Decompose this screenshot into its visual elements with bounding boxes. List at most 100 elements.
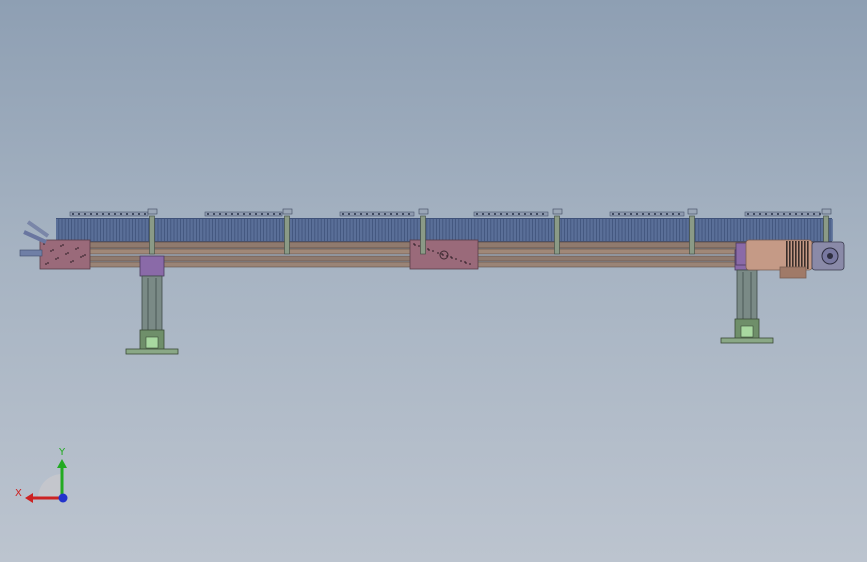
chain-slat xyxy=(433,219,436,241)
leg-mount-block xyxy=(139,255,165,277)
plate-bolt xyxy=(55,258,57,260)
guide-rail-tick xyxy=(237,213,239,215)
guide-rail-tick xyxy=(771,213,773,215)
guide-rail-tick xyxy=(207,213,209,215)
chain-slat xyxy=(75,219,78,241)
guide-rail-tick xyxy=(530,213,532,215)
chain-slat xyxy=(628,219,632,241)
chain-slat xyxy=(116,219,120,241)
guide-rail-tick xyxy=(536,213,538,215)
chain-slat xyxy=(385,219,388,241)
chain-slat xyxy=(456,219,459,241)
guide-rail-tick xyxy=(488,213,490,215)
plate-bolt xyxy=(460,260,462,262)
chain-slat xyxy=(193,219,196,241)
chain-slat xyxy=(520,219,523,241)
leg-foot-plate xyxy=(125,348,179,355)
guide-rail-tick xyxy=(396,213,398,215)
chain-slat xyxy=(744,219,747,241)
conveyor-model-drawing: Y X xyxy=(15,208,845,503)
guide-rail-tick xyxy=(678,213,680,215)
chain-slat xyxy=(184,219,187,241)
guide-rail-tick xyxy=(225,213,227,215)
guide-rail-tick xyxy=(132,213,134,215)
guide-rail-tick xyxy=(783,213,785,215)
chain-slat xyxy=(446,219,449,241)
plate-bolt xyxy=(72,260,74,262)
chain-slat xyxy=(187,219,190,241)
chain-slat xyxy=(305,219,308,241)
chain-slat xyxy=(648,219,651,241)
chain-slat xyxy=(257,219,260,241)
chain-slat xyxy=(248,219,251,241)
leg-column xyxy=(141,275,163,333)
guide-rail-tick xyxy=(777,213,779,215)
chain-slat xyxy=(443,219,446,241)
chain-slat xyxy=(62,219,65,241)
y-axis-label: Y xyxy=(58,447,66,458)
chain-slat xyxy=(667,219,670,241)
chain-slat xyxy=(145,219,148,241)
chain-slat xyxy=(376,219,379,241)
chain-slat xyxy=(254,219,257,241)
chain-slat xyxy=(97,219,100,241)
cad-viewport[interactable]: Y X xyxy=(0,0,867,562)
chain-slat xyxy=(84,219,88,241)
chain-slat xyxy=(776,219,779,241)
motor-fin xyxy=(795,241,797,269)
chain-slat xyxy=(337,219,340,241)
chain-slat xyxy=(731,219,734,241)
chain-slat xyxy=(635,219,638,241)
coordinate-triad[interactable]: Y X xyxy=(15,447,68,503)
guide-rail-tick xyxy=(126,213,128,215)
plate-bolt xyxy=(80,256,82,258)
chain-slat xyxy=(804,219,808,241)
chain-slat xyxy=(91,219,94,241)
chain-slat xyxy=(785,219,788,241)
chain-slat xyxy=(168,219,171,241)
chain-slat xyxy=(513,219,516,241)
guide-rail-tick xyxy=(494,213,496,215)
chain-slat xyxy=(113,219,116,241)
chain-slat xyxy=(750,219,753,241)
chain-slat xyxy=(350,219,353,241)
y-axis-arrowhead xyxy=(57,459,67,468)
plate-bolt xyxy=(52,249,54,251)
chain-slat xyxy=(235,219,238,241)
chain-slat xyxy=(440,219,443,241)
chain-slat xyxy=(312,219,315,241)
chain-slat xyxy=(526,219,529,241)
guide-rail-tick xyxy=(813,213,815,215)
chain-slat xyxy=(462,219,465,241)
chain-slat xyxy=(219,219,222,241)
chain-slat xyxy=(478,219,481,241)
chain-slat xyxy=(702,219,705,241)
chain-slat xyxy=(660,219,664,241)
chain-slat xyxy=(584,219,587,241)
chain-slat xyxy=(808,219,811,241)
chain-slat xyxy=(699,219,702,241)
guide-rail-tick xyxy=(518,213,520,215)
chain-slat xyxy=(593,219,596,241)
guide-post xyxy=(284,215,290,255)
chain-slat xyxy=(670,219,673,241)
chain-slat xyxy=(392,219,395,241)
chain-slat xyxy=(203,219,206,241)
chain-slat xyxy=(260,219,264,241)
chain-slat xyxy=(747,219,750,241)
motor-fin xyxy=(807,241,809,269)
guide-rail-tick xyxy=(279,213,281,215)
chain-slat xyxy=(120,219,123,241)
chain-slat xyxy=(267,219,270,241)
guide-rail-tick xyxy=(618,213,620,215)
motor-terminal-box xyxy=(779,266,807,279)
chain-slat xyxy=(795,219,798,241)
chain-slat xyxy=(232,219,235,241)
plate-bolt xyxy=(465,262,467,264)
chain-slat xyxy=(811,219,814,241)
plate-bolt xyxy=(75,248,77,250)
chain-slat xyxy=(200,219,203,241)
chain-slat xyxy=(728,219,731,241)
chain-slat xyxy=(596,219,600,241)
guide-rail-tick xyxy=(78,213,80,215)
